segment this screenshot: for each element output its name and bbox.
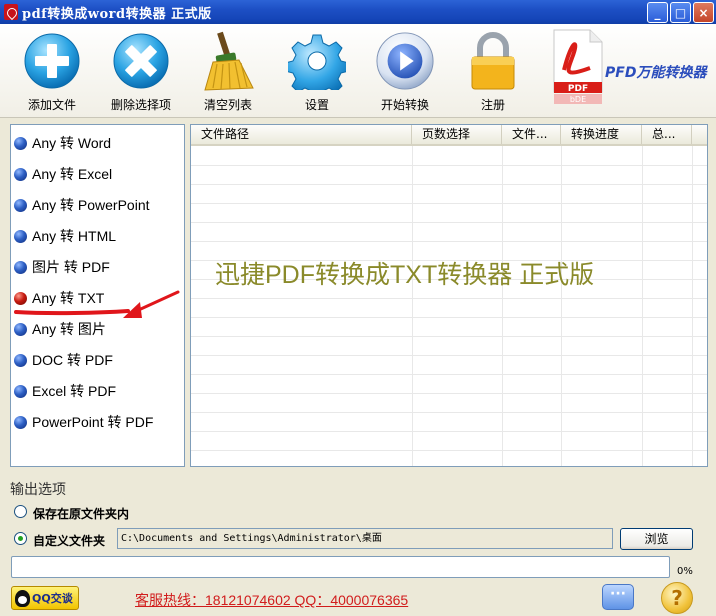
product-watermark: 迅捷PDF转换成TXT转换器 正式版 <box>215 261 595 289</box>
broom-icon <box>204 31 254 91</box>
add-file-button[interactable]: 添加文件 <box>12 30 92 116</box>
gear-icon <box>288 34 346 90</box>
list-item-label: Any 转 PowerPoint <box>32 197 150 213</box>
list-item-label: 图片 转 PDF <box>32 259 110 275</box>
window-controls: _ □ × <box>647 2 714 23</box>
bullet-icon <box>14 322 27 336</box>
list-item-any-to-image[interactable]: Any 转 图片 <box>13 318 106 340</box>
column-header-progress[interactable]: 转换进度 <box>561 125 642 144</box>
lock-icon <box>471 32 515 90</box>
selected-bullet-icon <box>14 291 27 305</box>
custom-folder-label[interactable]: 自定义文件夹 <box>33 532 105 549</box>
qq-chat-button[interactable]: QQ交谈 <box>11 586 79 610</box>
bullet-icon <box>14 167 27 181</box>
column-header-file-path[interactable]: 文件路径 <box>191 125 412 144</box>
clear-list-button[interactable]: 清空列表 <box>188 30 268 116</box>
table-header: 文件路径 页数选择 文件... 转换进度 总... <box>191 125 707 146</box>
list-item-label: Excel 转 PDF <box>32 383 117 399</box>
column-header-page-selection[interactable]: 页数选择 <box>412 125 502 144</box>
save-original-folder-radio[interactable] <box>14 505 27 518</box>
settings-label: 设置 <box>304 98 329 112</box>
custom-folder-radio[interactable] <box>14 532 27 545</box>
list-item-excel-to-pdf[interactable]: Excel 转 PDF <box>13 380 116 402</box>
bullet-icon <box>14 415 27 429</box>
start-convert-label: 开始转换 <box>380 98 429 112</box>
bullet-icon <box>14 229 27 243</box>
list-item-any-to-html[interactable]: Any 转 HTML <box>13 225 116 247</box>
list-item-image-to-pdf[interactable]: 图片 转 PDF <box>13 256 110 278</box>
list-item-label: PowerPoint 转 PDF <box>32 414 154 430</box>
clear-list-label: 清空列表 <box>203 98 252 112</box>
list-item-label: Any 转 图片 <box>32 321 106 337</box>
settings-button[interactable]: 设置 <box>277 30 357 116</box>
brand-text: PFD万能转换器 <box>605 65 707 81</box>
plus-icon <box>24 33 80 89</box>
play-icon <box>376 32 434 90</box>
list-item-label: Any 转 Word <box>32 135 112 151</box>
column-header-total[interactable]: 总... <box>642 125 692 144</box>
browse-button[interactable]: 浏览 <box>620 528 693 550</box>
app-icon <box>4 4 18 20</box>
file-table[interactable]: 文件路径 页数选择 文件... 转换进度 总... 迅捷PDF转换成TXT转换器… <box>190 124 708 467</box>
list-item-powerpoint-to-pdf[interactable]: PowerPoint 转 PDF <box>13 411 153 433</box>
pdf-logo-text: PDF <box>568 84 588 94</box>
register-label: 注册 <box>480 98 505 112</box>
bullet-icon <box>14 136 27 150</box>
list-item-label: DOC 转 PDF <box>32 352 113 368</box>
help-icon[interactable]: ? <box>661 582 693 614</box>
output-options-label: 输出选项 <box>10 482 66 498</box>
delete-selected-label: 删除选择项 <box>110 98 171 112</box>
list-item-doc-to-pdf[interactable]: DOC 转 PDF <box>13 349 113 371</box>
bullet-icon <box>14 384 27 398</box>
qq-chat-label: QQ交谈 <box>32 592 73 605</box>
title-bar[interactable]: pdf转换成word转换器 正式版 _ □ × <box>0 0 716 24</box>
list-item-label: Any 转 TXT <box>32 290 105 306</box>
progress-percent: 0% <box>677 566 693 577</box>
column-header-file-size[interactable]: 文件... <box>502 125 561 144</box>
list-item-label: Any 转 HTML <box>32 228 117 244</box>
list-item-any-to-excel[interactable]: Any 转 Excel <box>13 163 112 185</box>
minimize-button[interactable]: _ <box>647 2 668 23</box>
delete-selected-button[interactable]: 删除选择项 <box>101 30 181 116</box>
pdf-logo-icon: PDF bDE <box>553 29 603 104</box>
list-item-any-to-word[interactable]: Any 转 Word <box>13 132 111 154</box>
bullet-icon <box>14 198 27 212</box>
list-item-label: Any 转 Excel <box>32 166 113 182</box>
support-hotline-link[interactable]: 客服热线：18121074602 QQ：4000076365 <box>135 590 408 610</box>
qq-penguin-icon <box>15 589 30 607</box>
save-original-folder-label[interactable]: 保存在原文件夹内 <box>33 505 129 522</box>
bullet-icon <box>14 353 27 367</box>
pdf-logo-reflection: bDE <box>570 95 586 104</box>
brand-area: PDF bDE PFD万能转换器 <box>548 28 713 112</box>
add-file-label: 添加文件 <box>27 98 76 112</box>
conversion-type-list: Any 转 Word Any 转 Excel Any 转 PowerPoint … <box>10 124 185 467</box>
chat-bubble-icon[interactable]: ··· <box>602 584 634 610</box>
register-button[interactable]: 注册 <box>453 30 533 116</box>
start-convert-button[interactable]: 开始转换 <box>365 30 445 116</box>
maximize-button[interactable]: □ <box>670 2 691 23</box>
cross-icon <box>113 33 169 89</box>
close-button[interactable]: × <box>693 2 714 23</box>
list-item-any-to-txt[interactable]: Any 转 TXT <box>13 287 104 309</box>
output-path-field[interactable]: C:\Documents and Settings\Administrator\… <box>117 528 613 549</box>
bullet-icon <box>14 260 27 274</box>
window-title: pdf转换成word转换器 正式版 <box>22 6 212 22</box>
conversion-progress-bar <box>11 556 670 578</box>
list-item-any-to-powerpoint[interactable]: Any 转 PowerPoint <box>13 194 150 216</box>
toolbar: 添加文件 删除选择项 清空列表 设置 开始转换 注册 PDF bDE PFD万能… <box>0 24 716 118</box>
